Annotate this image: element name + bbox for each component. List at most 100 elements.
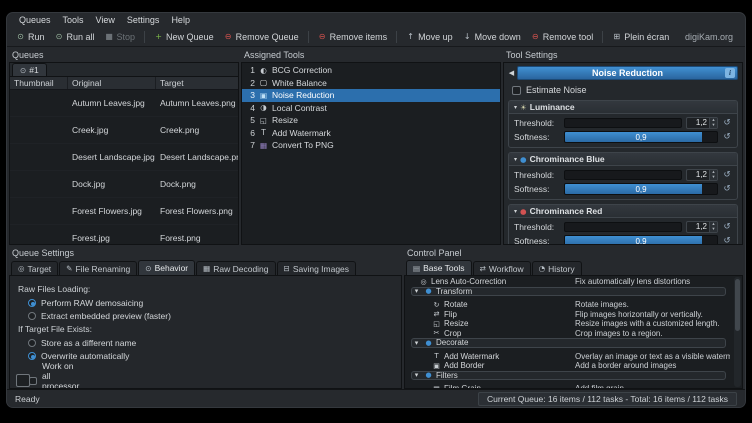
softness-row: Softness: 0,9 ↺ — [514, 235, 732, 245]
chevron-down-icon: ▾ — [412, 371, 421, 379]
base-tool-row[interactable]: ↻ Rotate Rotate images. — [407, 300, 730, 310]
option-marker[interactable] — [29, 377, 37, 385]
tool-settings-body: ◀ Noise Reduction i Estimate Noise — [503, 62, 743, 245]
reset-icon[interactable]: ↺ — [722, 184, 732, 194]
toolbar-button[interactable]: ⊖ Remove tool — [526, 31, 599, 43]
base-tool-row[interactable]: ⇄ Flip Flip images horizontally or verti… — [407, 310, 730, 320]
threshold-spinbox[interactable]: 1,2 ▲▼ — [686, 117, 718, 129]
toolbar-button[interactable]: ■ Stop — [100, 31, 141, 43]
info-icon[interactable]: i — [725, 68, 735, 78]
menu-item[interactable]: Queues — [14, 15, 56, 25]
behavior-option[interactable]: If Target File Exists: — [16, 322, 395, 336]
queue-table-row[interactable]: Forest.jpg Forest.png — [10, 225, 238, 244]
estimate-noise-checkbox[interactable] — [512, 86, 521, 95]
base-tool-label: Crop — [444, 329, 461, 338]
base-tool-row[interactable]: ▣ Add Border Add a border around images — [407, 361, 730, 371]
reset-icon[interactable]: ↺ — [722, 170, 732, 180]
toolbar-button[interactable]: ⊞ Plein écran — [602, 31, 674, 43]
assigned-tool-row[interactable]: 4 ◑ Local Contrast — [242, 102, 500, 115]
control-panel-tab[interactable]: ⇄ Workflow — [473, 261, 531, 275]
behavior-option[interactable]: Raw Files Loading: — [16, 282, 395, 296]
digikam-brand-link[interactable]: digiKam.org — [685, 32, 741, 42]
threshold-slider[interactable] — [564, 170, 682, 180]
control-panel-tab[interactable]: ▤ Base Tools — [406, 260, 472, 275]
assigned-tool-row[interactable]: 7 ▦ Convert To PNG — [242, 139, 500, 152]
queue-settings-tab[interactable]: ▦ Raw Decoding — [196, 261, 275, 275]
menu-item[interactable]: Tools — [58, 15, 89, 25]
remove-queue-icon: ⊖ — [224, 32, 233, 41]
queue-settings-tab[interactable]: ✎ File Renaming — [59, 261, 137, 275]
spin-down-icon[interactable]: ▼ — [710, 123, 717, 128]
queue-settings-tab[interactable]: ⊙ Behavior — [138, 260, 195, 275]
queue-table-row[interactable]: Forest Flowers.jpg Forest Flowers.png — [10, 198, 238, 225]
queue-column-header[interactable]: Thumbnail — [10, 77, 68, 89]
queue-table-row[interactable]: Creek.jpg Creek.png — [10, 117, 238, 144]
queue-settings-tab[interactable]: ⊟ Saving Images — [277, 261, 357, 275]
behavior-option[interactable]: Perform RAW demosaicing — [16, 296, 395, 309]
queue-settings-tab[interactable]: ◎ Target — [11, 261, 58, 275]
reset-icon[interactable]: ↺ — [722, 236, 732, 245]
queue-table-row[interactable]: Dock.jpg Dock.png — [10, 171, 238, 198]
base-tool-row[interactable]: ◱ Resize Resize images with a customized… — [407, 319, 730, 329]
queue-column-header[interactable]: Target — [156, 77, 238, 89]
spin-down-icon[interactable]: ▼ — [710, 175, 717, 180]
base-tool-row[interactable]: T Add Watermark Overlay an image or text… — [407, 352, 730, 362]
menu-item[interactable]: View — [91, 15, 120, 25]
base-tool-row[interactable]: ▾ ● Transform — [411, 287, 726, 297]
softness-slider[interactable]: 0,9 — [564, 183, 718, 195]
settings-group-header[interactable]: ▾ ☀ Luminance — [509, 101, 737, 114]
queue-table-row[interactable]: Autumn Leaves.jpg Autumn Leaves.png — [10, 90, 238, 117]
base-tool-row[interactable]: ▾ ● Decorate — [411, 338, 726, 348]
behavior-option[interactable]: Work on all processor cores — [16, 374, 30, 387]
collapse-icon[interactable]: ◀ — [508, 69, 515, 77]
option-marker[interactable] — [28, 339, 36, 347]
settings-group-header[interactable]: ▾ ● Chrominance Red — [509, 205, 737, 218]
toolbar-button[interactable]: ⊙ Run all — [50, 31, 100, 43]
assigned-tool-row[interactable]: 2 ▢ White Balance — [242, 77, 500, 90]
toolbar-button[interactable]: + New Queue — [144, 31, 219, 43]
threshold-slider[interactable] — [564, 118, 682, 128]
threshold-spinbox[interactable]: 1,2 ▲▼ — [686, 169, 718, 181]
base-tool-row[interactable]: ◎ Lens Auto-Correction Fix automatically… — [407, 277, 730, 287]
queue-tab-1[interactable]: ⊙ #1 — [12, 63, 47, 76]
settings-group-header[interactable]: ▾ ● Chrominance Blue — [509, 153, 737, 166]
softness-slider[interactable]: 0,9 — [564, 235, 718, 245]
reset-icon[interactable]: ↺ — [722, 132, 732, 142]
toolbar-button[interactable]: ↓ Move down — [458, 31, 526, 43]
control-panel-tab[interactable]: ◔ History — [532, 261, 582, 275]
spin-down-icon[interactable]: ▼ — [710, 227, 717, 232]
reset-icon[interactable]: ↺ — [722, 222, 732, 232]
reset-icon[interactable]: ↺ — [722, 118, 732, 128]
base-tool-row[interactable]: ✂ Crop Crop images to a region. — [407, 329, 730, 339]
menu-item[interactable]: Help — [166, 15, 195, 25]
assigned-tool-row[interactable]: 5 ◱ Resize — [242, 114, 500, 127]
queue-table-row[interactable]: Desert Landscape.jpg Desert Landscape.pn… — [10, 144, 238, 171]
assigned-tool-row[interactable]: 3 ▣ Noise Reduction — [242, 89, 500, 102]
base-tool-row[interactable]: ▦ Film Grain Add film grain — [407, 384, 730, 389]
move-up-icon: ↑ — [406, 32, 415, 41]
behavior-option[interactable]: Extract embedded preview (faster) — [16, 309, 395, 322]
white-balance-icon: ▢ — [259, 78, 268, 87]
option-marker[interactable] — [28, 312, 36, 320]
menu-item[interactable]: Settings — [122, 15, 165, 25]
threshold-spinbox[interactable]: 1,2 ▲▼ — [686, 221, 718, 233]
option-marker[interactable] — [28, 352, 36, 360]
toolbar-button[interactable]: ⊙ Run — [11, 31, 50, 43]
threshold-row: Threshold: 1,2 ▲▼ ↺ — [514, 221, 732, 233]
toolbar-button[interactable]: ⊖ Remove Queue — [219, 31, 304, 43]
behavior-option[interactable]: Store as a different name — [16, 336, 395, 349]
option-label: Raw Files Loading: — [18, 284, 90, 294]
toolbar-button[interactable]: ⊖ Remove items — [308, 31, 393, 43]
scrollbar-thumb[interactable] — [735, 279, 740, 331]
queue-column-header[interactable]: Original — [68, 77, 156, 89]
assigned-tool-row[interactable]: 1 ◐ BCG Correction — [242, 64, 500, 77]
toolbar-button[interactable]: ↑ Move up — [396, 31, 458, 43]
scrollbar-track[interactable] — [734, 277, 741, 387]
softness-slider[interactable]: 0,9 — [564, 131, 718, 143]
add-watermark-icon: T — [259, 128, 268, 137]
option-marker[interactable] — [28, 299, 36, 307]
threshold-slider[interactable] — [564, 222, 682, 232]
base-tool-row[interactable]: ▾ ● Filters — [411, 371, 726, 381]
toolbar-button-label: Remove Queue — [236, 32, 299, 42]
assigned-tool-row[interactable]: 6 T Add Watermark — [242, 127, 500, 140]
